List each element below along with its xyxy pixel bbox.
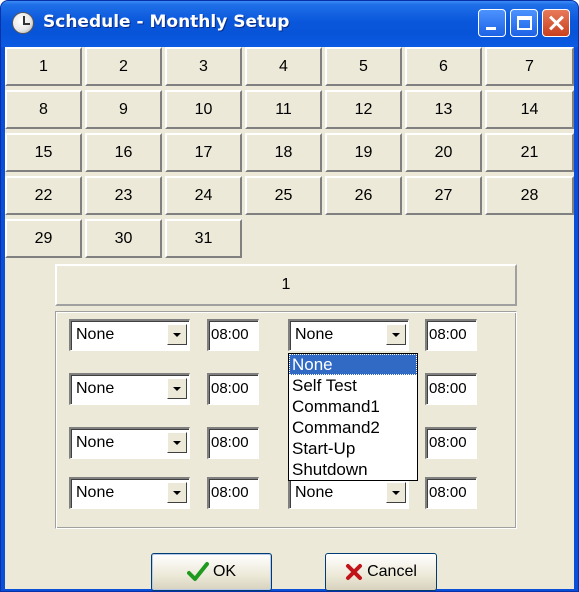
- close-icon: [543, 10, 569, 36]
- day-button[interactable]: 24: [165, 176, 242, 215]
- selected-day-header: 1: [55, 264, 517, 306]
- day-button[interactable]: 9: [85, 90, 162, 129]
- action-select[interactable]: None: [288, 319, 409, 351]
- dropdown-option[interactable]: Command2: [289, 417, 417, 438]
- dropdown-option[interactable]: Command1: [289, 396, 417, 417]
- cancel-button-label: Cancel: [367, 563, 417, 580]
- day-button[interactable]: 27: [405, 176, 482, 215]
- day-button[interactable]: 1: [5, 47, 82, 86]
- day-button[interactable]: 19: [325, 133, 402, 172]
- dropdown-option[interactable]: Start-Up: [289, 438, 417, 459]
- day-button[interactable]: 16: [85, 133, 162, 172]
- day-button[interactable]: 5: [325, 47, 402, 86]
- clock-icon: [12, 12, 34, 34]
- minimize-icon: [486, 27, 496, 30]
- day-button[interactable]: 8: [5, 90, 82, 129]
- ok-button-label: OK: [212, 563, 237, 580]
- time-field[interactable]: 08:00: [207, 477, 259, 509]
- cancel-button[interactable]: Cancel: [325, 553, 437, 591]
- chevron-down-icon[interactable]: [167, 432, 187, 453]
- day-button[interactable]: 15: [5, 133, 82, 172]
- day-button[interactable]: 18: [245, 133, 322, 172]
- action-select-value: None: [76, 326, 115, 343]
- time-field[interactable]: 08:00: [207, 319, 259, 351]
- day-button[interactable]: 25: [245, 176, 322, 215]
- action-select[interactable]: None: [69, 373, 190, 405]
- time-field[interactable]: 08:00: [425, 319, 477, 351]
- day-button[interactable]: 23: [85, 176, 162, 215]
- day-button[interactable]: 10: [165, 90, 242, 129]
- day-button[interactable]: 21: [485, 133, 574, 172]
- x-icon: [346, 564, 363, 580]
- day-button[interactable]: 6: [405, 47, 482, 86]
- dialog-client-area: 1 2 3 4 5 6 7 8 9 10 11 12 13 14 15 16 1…: [5, 47, 574, 591]
- day-button[interactable]: 28: [485, 176, 574, 215]
- close-button[interactable]: [542, 9, 570, 37]
- action-select[interactable]: None: [69, 477, 190, 509]
- day-button[interactable]: 31: [165, 219, 242, 258]
- maximize-button[interactable]: [510, 9, 538, 37]
- day-button[interactable]: 29: [5, 219, 82, 258]
- chevron-down-icon[interactable]: [386, 482, 406, 503]
- dropdown-option[interactable]: Shutdown: [289, 459, 417, 480]
- action-select[interactable]: None: [69, 427, 190, 459]
- action-dropdown-list[interactable]: None Self Test Command1 Command2 Start-U…: [288, 353, 418, 481]
- action-select-value: None: [295, 326, 334, 343]
- time-field[interactable]: 08:00: [207, 373, 259, 405]
- day-button[interactable]: 17: [165, 133, 242, 172]
- chevron-down-icon[interactable]: [167, 324, 187, 345]
- day-button[interactable]: 26: [325, 176, 402, 215]
- action-select-value: None: [76, 434, 115, 451]
- title-bar[interactable]: Schedule - Monthly Setup: [1, 1, 578, 47]
- day-button[interactable]: 3: [165, 47, 242, 86]
- minimize-button[interactable]: [478, 9, 506, 37]
- chevron-down-icon[interactable]: [386, 324, 406, 345]
- day-button[interactable]: 14: [485, 90, 574, 129]
- day-button[interactable]: 13: [405, 90, 482, 129]
- action-select-value: None: [76, 380, 115, 397]
- action-select-value: None: [76, 484, 115, 501]
- day-button[interactable]: 22: [5, 176, 82, 215]
- action-select[interactable]: None: [69, 319, 190, 351]
- dropdown-option[interactable]: None: [289, 354, 417, 375]
- day-button[interactable]: 4: [245, 47, 322, 86]
- schedule-window: Schedule - Monthly Setup 1 2 3 4 5 6 7 8…: [0, 0, 579, 592]
- time-field[interactable]: 08:00: [425, 477, 477, 509]
- chevron-down-icon[interactable]: [167, 482, 187, 503]
- window-title: Schedule - Monthly Setup: [43, 12, 290, 32]
- dropdown-option[interactable]: Self Test: [289, 375, 417, 396]
- action-select-value: None: [295, 484, 334, 501]
- time-field[interactable]: 08:00: [425, 373, 477, 405]
- day-button[interactable]: 11: [245, 90, 322, 129]
- checkmark-icon: [186, 562, 209, 581]
- day-button[interactable]: 30: [85, 219, 162, 258]
- maximize-icon: [517, 16, 532, 30]
- ok-button[interactable]: OK: [151, 553, 272, 591]
- action-select[interactable]: None: [288, 477, 409, 509]
- day-button[interactable]: 20: [405, 133, 482, 172]
- time-field[interactable]: 08:00: [425, 427, 477, 459]
- day-button[interactable]: 7: [485, 47, 574, 86]
- time-field[interactable]: 08:00: [207, 427, 259, 459]
- day-button[interactable]: 2: [85, 47, 162, 86]
- day-button[interactable]: 12: [325, 90, 402, 129]
- chevron-down-icon[interactable]: [167, 378, 187, 399]
